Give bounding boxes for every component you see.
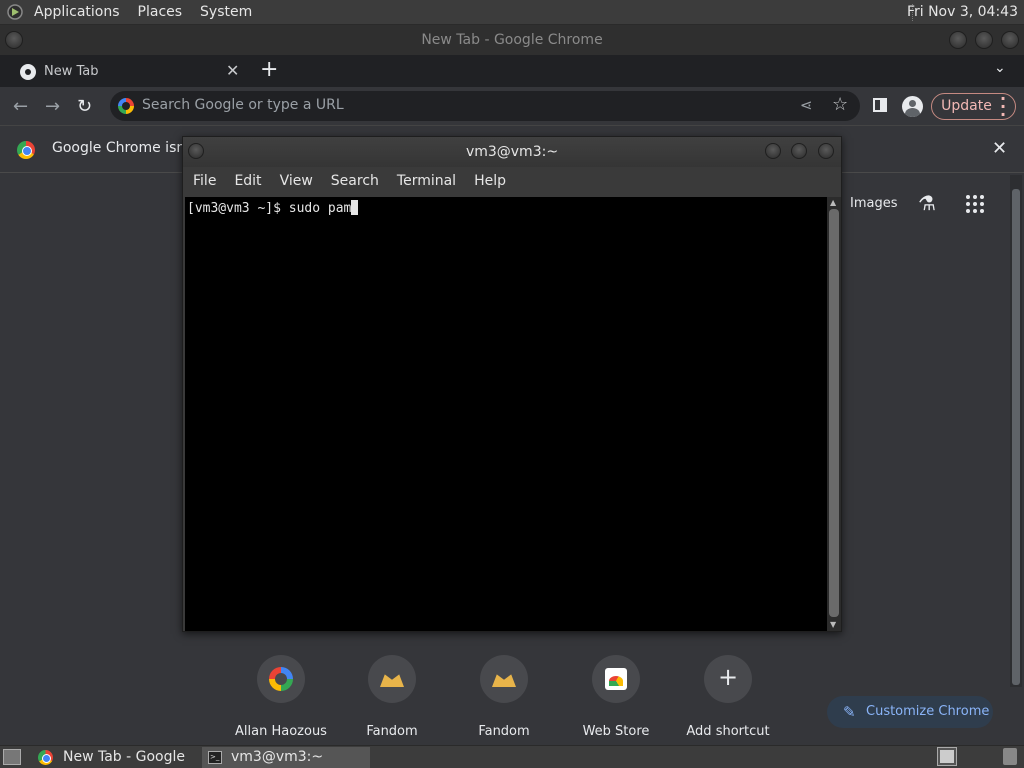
terminal-menu-file[interactable]: File (193, 173, 216, 189)
terminal-window-menu-button[interactable] (188, 143, 204, 159)
terminal-menubar: File Edit View Search Terminal Help (183, 167, 841, 195)
tab-new-tab[interactable]: New Tab ✕ (8, 57, 246, 87)
shortcut-label: Web Store (582, 724, 650, 739)
tab-close-icon[interactable]: ✕ (226, 61, 239, 80)
terminal-scrollbar-thumb[interactable] (829, 209, 839, 617)
fandom-icon (480, 655, 528, 703)
chrome-titlebar[interactable]: New Tab - Google Chrome (0, 25, 1024, 55)
taskbar-item-label: New Tab - Google ... (63, 749, 186, 765)
images-link[interactable]: Images (850, 196, 898, 211)
terminal-minimize-button[interactable] (765, 143, 781, 159)
toolbar: ← → ↻ Search Google or type a URL ⋖ ☆ (0, 87, 1024, 125)
chrome-favicon-icon (20, 64, 36, 80)
back-icon[interactable]: ← (13, 96, 28, 117)
customize-chrome-button[interactable]: ✎ Customize Chrome (827, 696, 993, 728)
minimize-button[interactable] (949, 31, 967, 49)
infobar-close-icon[interactable]: ✕ (992, 138, 1007, 159)
shortcut-label: Add shortcut (686, 724, 770, 739)
update-label: Update (941, 98, 992, 114)
close-window-button[interactable] (1001, 31, 1019, 49)
taskbar-item-label: vm3@vm3:~ (231, 749, 324, 765)
terminal-menu-terminal[interactable]: Terminal (397, 173, 456, 189)
workspace-switcher[interactable] (937, 747, 957, 766)
applications-menu-icon[interactable] (6, 3, 26, 21)
more-menu-icon[interactable]: · · · (1000, 91, 1006, 123)
page-scrollbar[interactable] (1010, 175, 1022, 687)
maximize-button[interactable] (975, 31, 993, 49)
menu-applications[interactable]: Applications (34, 4, 120, 20)
shortcut-allan-haozous[interactable]: Allan Haozous (226, 655, 336, 739)
share-icon[interactable]: ⋖ (800, 96, 813, 114)
tab-search-chevron-icon[interactable]: ⌄ (994, 60, 1006, 76)
menu-system[interactable]: System (200, 4, 252, 20)
page-scrollbar-thumb[interactable] (1012, 189, 1020, 685)
bottom-taskbar: New Tab - Google ... >_ vm3@vm3:~ (0, 745, 1024, 768)
shortcut-label: Fandom (366, 724, 418, 739)
google-apps-icon[interactable] (966, 195, 984, 213)
omnibox-placeholder: Search Google or type a URL (142, 97, 344, 113)
shortcut-web-store[interactable]: Web Store (561, 655, 671, 739)
web-store-icon (592, 655, 640, 703)
profile-avatar-icon[interactable] (902, 96, 923, 117)
window-menu-button[interactable] (5, 31, 23, 49)
scroll-down-arrow-icon[interactable]: ▼ (830, 620, 836, 629)
terminal-window[interactable]: vm3@vm3:~ File Edit View Search Terminal… (182, 136, 842, 632)
reload-icon[interactable]: ↻ (77, 96, 92, 117)
terminal-icon: >_ (208, 751, 222, 764)
shortcut-fandom[interactable]: Fandom (337, 655, 447, 739)
customize-chrome-label: Customize Chrome (866, 704, 990, 719)
shortcut-label: Allan Haozous (235, 724, 327, 739)
terminal-titlebar[interactable]: vm3@vm3:~ (183, 137, 841, 167)
shortcut-fandom-2[interactable]: Fandom (449, 655, 559, 739)
terminal-menu-help[interactable]: Help (474, 173, 506, 189)
forward-icon[interactable]: → (45, 96, 60, 117)
terminal-output[interactable]: [vm3@vm3 ~]$ sudo pam (185, 197, 827, 631)
plus-icon: + (704, 655, 752, 703)
chrome-logo-icon (38, 750, 53, 765)
terminal-scrollbar[interactable]: ▲ ▼ (827, 197, 841, 631)
scroll-up-arrow-icon[interactable]: ▲ (830, 198, 836, 207)
omnibox[interactable]: Search Google or type a URL ⋖ ☆ (110, 91, 860, 121)
tab-strip: New Tab ✕ + ⌄ (0, 55, 1024, 87)
terminal-menu-search[interactable]: Search (331, 173, 379, 189)
taskbar-item-terminal[interactable]: >_ vm3@vm3:~ (202, 747, 370, 768)
pencil-icon: ✎ (843, 703, 856, 721)
new-tab-button[interactable]: + (260, 57, 278, 82)
labs-flask-icon[interactable]: ⚗ (918, 191, 936, 215)
menu-places[interactable]: Places (138, 4, 183, 20)
terminal-close-button[interactable] (818, 143, 834, 159)
google-icon (257, 655, 305, 703)
chrome-logo-icon (17, 141, 35, 159)
terminal-cursor (351, 200, 359, 215)
bookmark-star-icon[interactable]: ☆ (832, 94, 848, 115)
shortcut-label: Fandom (478, 724, 530, 739)
add-shortcut-button[interactable]: + Add shortcut (673, 655, 783, 739)
taskbar-item-chrome[interactable]: New Tab - Google ... (34, 747, 198, 768)
top-panel: Applications Places System Fri Nov 3, 04… (0, 0, 1024, 25)
chrome-window-title: New Tab - Google Chrome (421, 32, 603, 48)
trash-icon[interactable] (1003, 748, 1017, 765)
infobar-message: Google Chrome isn't (52, 140, 195, 156)
terminal-menu-edit[interactable]: Edit (234, 173, 261, 189)
clock[interactable]: Fri Nov 3, 04:43 (907, 4, 1018, 20)
tab-title: New Tab (44, 64, 99, 79)
terminal-prompt-line: [vm3@vm3 ~]$ sudo pam (187, 201, 352, 216)
terminal-menu-view[interactable]: View (280, 173, 313, 189)
fandom-icon (368, 655, 416, 703)
terminal-maximize-button[interactable] (791, 143, 807, 159)
google-icon (118, 98, 134, 114)
side-panel-icon[interactable] (873, 98, 887, 112)
show-desktop-icon[interactable] (3, 749, 21, 765)
terminal-title: vm3@vm3:~ (465, 144, 559, 160)
